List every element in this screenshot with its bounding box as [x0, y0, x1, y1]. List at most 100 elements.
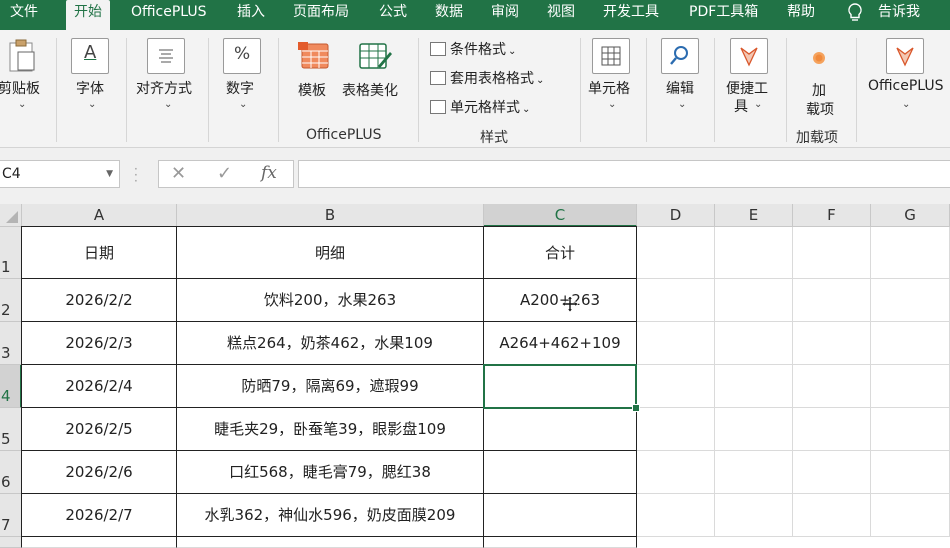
column-header-d[interactable]: D [637, 204, 715, 227]
tab-officeplus[interactable]: OfficePLUS [131, 0, 207, 30]
cell-b1[interactable]: 明细 [177, 226, 484, 279]
cell-b8[interactable] [177, 537, 484, 548]
cell-a7[interactable]: 2026/2/7 [21, 494, 177, 537]
row-header-7[interactable]: 7 [0, 494, 22, 537]
drag-handle-icon[interactable]: · · · [134, 163, 138, 187]
tab-view[interactable]: 视图 [547, 0, 575, 30]
cell-a4[interactable]: 2026/2/4 [21, 365, 177, 408]
select-all-corner[interactable] [0, 204, 22, 227]
clipboard-button[interactable]: 剪贴板 ⌄ [0, 38, 46, 116]
cell-d4[interactable] [637, 365, 715, 408]
tab-data[interactable]: 数据 [435, 0, 463, 30]
font-button[interactable]: A 字体 ⌄ [66, 38, 116, 116]
cell-e3[interactable] [715, 322, 793, 365]
row-header-4[interactable]: 4 [0, 365, 22, 408]
cell-b5[interactable]: 睫毛夹29，卧蚕笔39，眼影盘109 [177, 408, 484, 451]
cell-e4[interactable] [715, 365, 793, 408]
cell-c7[interactable] [484, 494, 637, 537]
cell-f2[interactable] [793, 279, 871, 322]
cell-g2[interactable] [871, 279, 950, 322]
cell-d6[interactable] [637, 451, 715, 494]
cell-g7[interactable] [871, 494, 950, 537]
cell-a8[interactable] [21, 537, 177, 548]
conditional-format-button[interactable]: 条件格式 ⌄ [430, 39, 516, 59]
row-header-6[interactable]: 6 [0, 451, 22, 494]
column-header-b[interactable]: B [177, 204, 484, 227]
editing-button[interactable]: 编辑 ⌄ [656, 38, 706, 116]
row-header-8[interactable] [0, 537, 22, 548]
name-box[interactable]: C4 ▼ [0, 160, 120, 188]
cell-c1[interactable]: 合计 [484, 226, 637, 279]
cell-e6[interactable] [715, 451, 793, 494]
cell-f1[interactable] [793, 227, 871, 279]
cell-g6[interactable] [871, 451, 950, 494]
cell-a5[interactable]: 2026/2/5 [21, 408, 177, 451]
cell-d1[interactable] [637, 227, 715, 279]
lightbulb-icon[interactable] [846, 2, 864, 24]
cell-c3[interactable]: A264+462+109 [484, 322, 637, 365]
quick-tools-button[interactable]: 便捷工 具 ⌄ [722, 38, 778, 116]
format-as-table-button[interactable]: 套用表格格式 ⌄ [430, 68, 544, 88]
cell-f7[interactable] [793, 494, 871, 537]
column-header-g[interactable]: G [871, 204, 950, 227]
cell-a1[interactable]: 日期 [21, 226, 177, 279]
chevron-down-icon[interactable]: ▼ [106, 161, 113, 187]
column-header-f[interactable]: F [793, 204, 871, 227]
cell-c5[interactable] [484, 408, 637, 451]
row-header-5[interactable]: 5 [0, 408, 22, 451]
table-beautify-button[interactable]: 表格美化 [342, 40, 406, 100]
number-format-button[interactable]: % 数字 ⌄ [216, 38, 268, 116]
addins-button[interactable]: 加 载项 [796, 38, 842, 120]
cell-c2[interactable]: A200+263 [484, 279, 637, 322]
tab-home[interactable]: 开始 [66, 0, 110, 32]
cell-f5[interactable] [793, 408, 871, 451]
cell-e5[interactable] [715, 408, 793, 451]
cell-g3[interactable] [871, 322, 950, 365]
row-header-3[interactable]: 3 [0, 322, 22, 365]
cell-g1[interactable] [871, 227, 950, 279]
row-header-2[interactable]: 2 [0, 279, 22, 322]
cell-d3[interactable] [637, 322, 715, 365]
cell-a2[interactable]: 2026/2/2 [21, 279, 177, 322]
column-header-c[interactable]: C [484, 204, 637, 227]
cell-d5[interactable] [637, 408, 715, 451]
enter-icon[interactable]: ✓ [217, 163, 232, 184]
tab-insert[interactable]: 插入 [237, 0, 265, 30]
cell-b6[interactable]: 口红568，睫毛膏79，腮红38 [177, 451, 484, 494]
tab-file[interactable]: 文件 [10, 0, 38, 30]
cell-a3[interactable]: 2026/2/3 [21, 322, 177, 365]
cell-d2[interactable] [637, 279, 715, 322]
cell-b7[interactable]: 水乳362，神仙水596，奶皮面膜209 [177, 494, 484, 537]
cell-f4[interactable] [793, 365, 871, 408]
tab-page-layout[interactable]: 页面布局 [293, 0, 349, 30]
cell-e1[interactable] [715, 227, 793, 279]
cell-e7[interactable] [715, 494, 793, 537]
cell-b2[interactable]: 饮料200，水果263 [177, 279, 484, 322]
cell-f6[interactable] [793, 451, 871, 494]
cell-c8[interactable] [484, 537, 637, 548]
tab-developer[interactable]: 开发工具 [603, 0, 659, 30]
formula-input[interactable] [298, 160, 950, 188]
cell-e2[interactable] [715, 279, 793, 322]
tab-help[interactable]: 帮助 [787, 0, 815, 30]
cell-c6[interactable] [484, 451, 637, 494]
cell-b3[interactable]: 糕点264，奶茶462，水果109 [177, 322, 484, 365]
column-header-e[interactable]: E [715, 204, 793, 227]
row-header-1[interactable]: 1 [0, 227, 22, 279]
cell-b4[interactable]: 防晒79，隔离69，遮瑕99 [177, 365, 484, 408]
cell-c4[interactable] [484, 365, 637, 408]
tab-formulas[interactable]: 公式 [379, 0, 407, 30]
tab-pdf-toolbox[interactable]: PDF工具箱 [689, 0, 758, 30]
cell-styles-button[interactable]: 单元格样式 ⌄ [430, 97, 530, 117]
tab-review[interactable]: 审阅 [491, 0, 519, 30]
cell-f3[interactable] [793, 322, 871, 365]
cells-button[interactable]: 单元格 ⌄ [586, 38, 638, 116]
cell-g5[interactable] [871, 408, 950, 451]
alignment-button[interactable]: 对齐方式 ⌄ [134, 38, 200, 116]
cell-a6[interactable]: 2026/2/6 [21, 451, 177, 494]
tell-me-search[interactable]: 告诉我 [878, 0, 920, 30]
column-header-a[interactable]: A [22, 204, 177, 227]
insert-function-icon[interactable]: fx [261, 163, 277, 183]
cancel-icon[interactable]: ✕ [171, 163, 186, 184]
cell-d7[interactable] [637, 494, 715, 537]
